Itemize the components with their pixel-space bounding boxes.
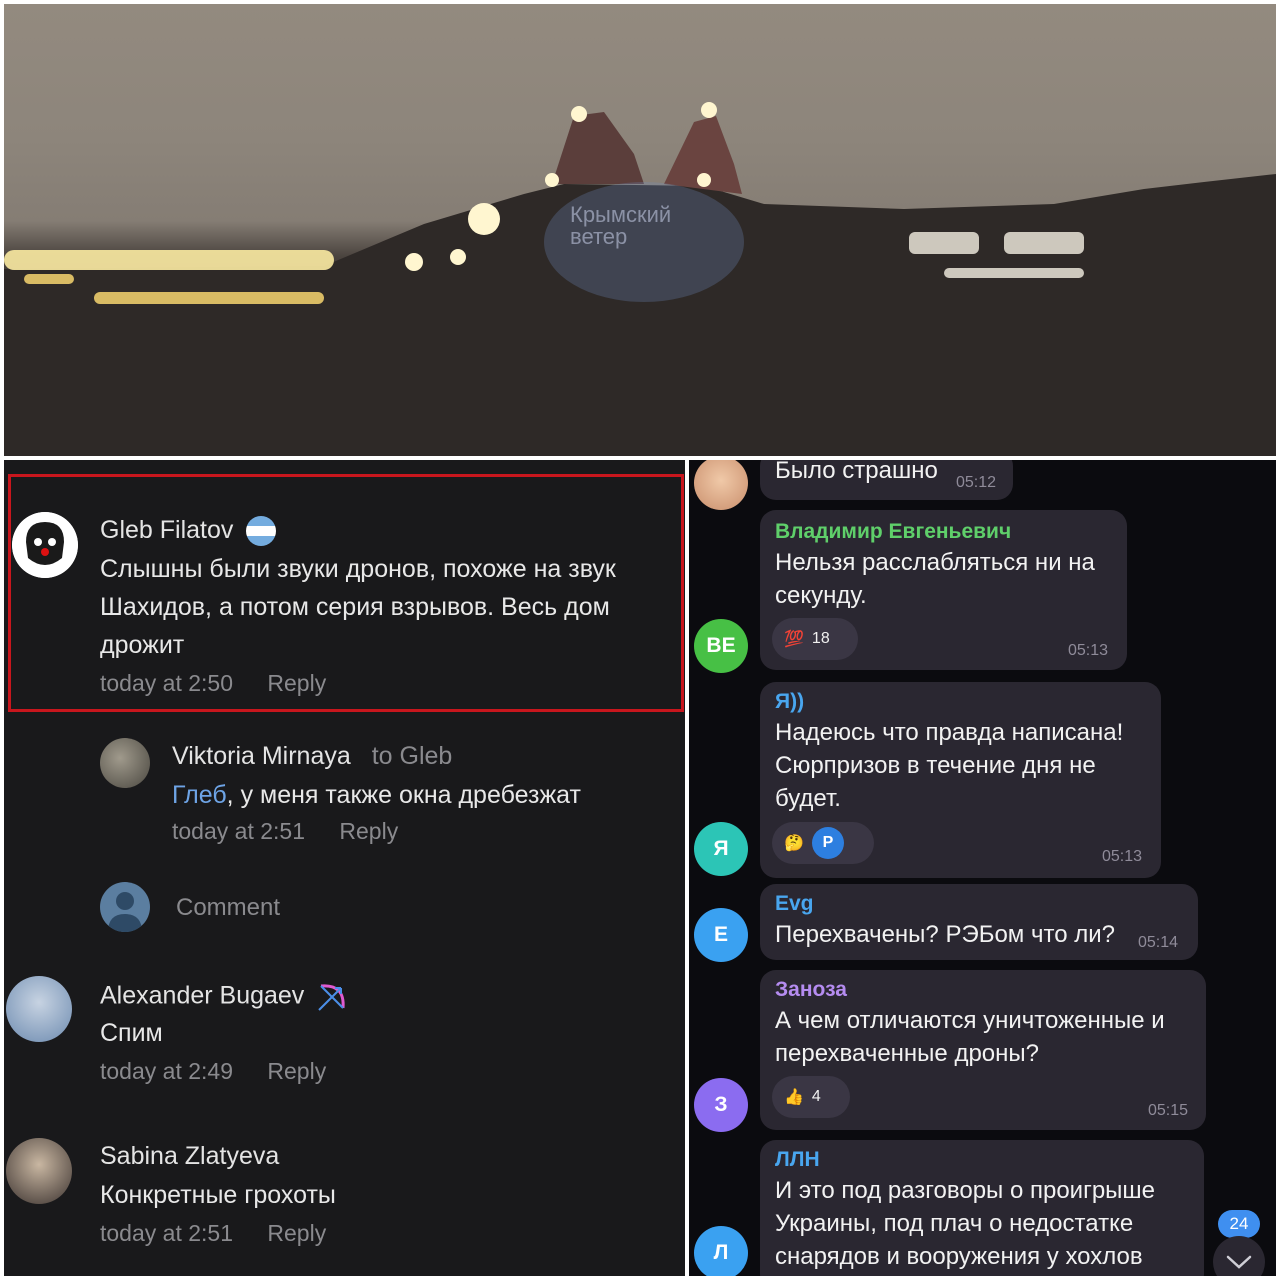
message-time: 05:13 (1068, 642, 1109, 659)
message-line-3: будет. (775, 785, 841, 812)
avatar-drawing (12, 512, 78, 578)
avatar[interactable] (100, 738, 150, 788)
message-text: Было страшно (775, 460, 938, 484)
message-text: Перехвачены? РЭБом что ли? (775, 921, 1115, 948)
watermark-logo: Крымский ветер (544, 182, 744, 302)
author-name: Sabina Zlatyeva (100, 1142, 280, 1170)
unread-count-badge: 24 (1218, 1210, 1260, 1238)
message-time: 05:14 (1138, 934, 1179, 951)
message-line-1: Надеюсь что правда написана! (775, 719, 1124, 746)
author-name: Alexander Bugaev (100, 981, 305, 1010)
message-line-2: перехваченные дроны? (775, 1040, 1039, 1067)
sender-name[interactable]: Владимир Евгеньевич (775, 520, 1011, 544)
avatar[interactable] (12, 512, 78, 578)
comment-text-body: , у меня также окна дребезжат (226, 781, 581, 809)
comment-time: today at 2:51 (100, 1220, 233, 1246)
message-bubble[interactable]: Было страшно 05:12 (760, 460, 1013, 500)
comment-time: today at 2:50 (100, 670, 233, 696)
comment-text-line-1: Слышны были звуки дронов, похоже на звук (100, 555, 616, 583)
comment-meta: today at 2:50 Reply (100, 670, 326, 697)
message-time: 05:12 (956, 474, 997, 491)
author-name: Gleb Filatov (100, 516, 234, 544)
avatar[interactable]: BE (694, 619, 748, 673)
thinking-face-icon: 🤔 (784, 835, 804, 852)
avatar[interactable]: З (694, 1078, 748, 1132)
avatar[interactable] (6, 1138, 72, 1204)
message-line-2: Сюрпризов в течение дня не (775, 752, 1096, 779)
message-line-1: И это под разговоры о проигрыше (775, 1177, 1156, 1204)
reaction-count: 4 (811, 1088, 821, 1105)
comment-meta: today at 2:51 Reply (100, 1220, 326, 1247)
reactor-avatar: P (811, 827, 844, 859)
comment-input[interactable]: Comment (176, 894, 280, 922)
chevron-down-icon (1226, 1255, 1252, 1269)
avatar[interactable]: Л (694, 1226, 748, 1276)
comment-meta: today at 2:51 Reply (172, 818, 398, 845)
telegram-chat-panel: Было страшно 05:12 Владимир Евгеньевич Н… (689, 460, 1276, 1276)
mention-link[interactable]: Глеб (172, 781, 227, 809)
comment-author[interactable]: Alexander Bugaev (100, 980, 349, 1014)
avatar[interactable]: Я (694, 822, 748, 876)
message-bubble[interactable]: Заноза А чем отличаются уничтоженные и п… (760, 970, 1206, 1130)
night-bridge-photo: Крымский ветер (4, 4, 1276, 456)
watermark-text-1: Крымский (570, 202, 672, 227)
comment-author[interactable]: Viktoria Mirnaya to Gleb (172, 742, 452, 771)
reply-button[interactable]: Reply (267, 1058, 326, 1084)
comment-text: Конкретные грохоты (100, 1181, 336, 1209)
user-silhouette-icon (108, 892, 142, 932)
sender-name[interactable]: ЛЛН (775, 1148, 820, 1172)
message-bubble[interactable]: Evg Перехвачены? РЭБом что ли? 05:14 (760, 884, 1198, 960)
message-time: 05:13 (1102, 848, 1143, 865)
message-line-3: снарядов и вооружения у хохлов (775, 1243, 1143, 1270)
sender-name[interactable]: Evg (775, 892, 814, 916)
comment-time: today at 2:51 (172, 818, 305, 844)
watermark-text-2: ветер (570, 224, 628, 249)
comment-time: today at 2:49 (100, 1058, 233, 1084)
reaction-chip[interactable]: 👍 4 (772, 1076, 850, 1118)
message-line-2: Украины, под плач о недостатке (775, 1210, 1134, 1237)
message-bubble[interactable]: ЛЛН И это под разговоры о проигрыше Укра… (760, 1140, 1204, 1276)
vk-comments-panel: Gleb Filatov Слышны были звуки дронов, п… (4, 460, 685, 1276)
sender-name[interactable]: Заноза (775, 978, 847, 1002)
bow-arrow-icon (318, 984, 345, 1011)
comment-text-line-2: Шахидов, а потом серия взрывов. Весь дом (100, 593, 610, 621)
hundred-points-icon: 💯 (784, 631, 804, 648)
sender-name[interactable]: Я)) (775, 690, 804, 714)
message-line-2: секунду. (775, 582, 867, 609)
message-time: 05:15 (1148, 1102, 1189, 1119)
comment-meta: today at 2:49 Reply (100, 1058, 326, 1085)
message-line-1: А чем отличаются уничтоженные и (775, 1007, 1165, 1034)
avatar[interactable]: E (694, 908, 748, 962)
reaction-chip[interactable]: 🤔 P (772, 822, 874, 864)
scroll-down-button[interactable] (1213, 1236, 1265, 1276)
comment-text: Глеб, у меня также окна дребезжат (172, 776, 581, 814)
reply-button[interactable]: Reply (267, 670, 326, 696)
reply-to-label[interactable]: to Gleb (372, 742, 453, 770)
comment-author[interactable]: Gleb Filatov (100, 516, 277, 547)
thumbs-up-icon: 👍 (784, 1089, 804, 1106)
comment-text: Спим (100, 1019, 163, 1047)
comment-author[interactable]: Sabina Zlatyeva (100, 1142, 279, 1171)
comment-text-line-3: дрожит (100, 631, 185, 659)
reply-button[interactable]: Reply (267, 1220, 326, 1246)
reaction-chip[interactable]: 💯 18 (772, 618, 858, 660)
message-bubble[interactable]: Владимир Евгеньевич Нельзя расслабляться… (760, 510, 1127, 670)
reaction-count: 18 (811, 630, 830, 647)
argentina-flag-icon (246, 516, 277, 547)
avatar[interactable] (694, 460, 748, 510)
avatar[interactable] (6, 976, 72, 1042)
message-bubble[interactable]: Я)) Надеюсь что правда написана! Сюрприз… (760, 682, 1161, 878)
reply-button[interactable]: Reply (339, 818, 398, 844)
author-name: Viktoria Mirnaya (172, 742, 351, 770)
message-line-1: Нельзя расслабляться ни на (775, 549, 1095, 576)
current-user-avatar (100, 882, 150, 932)
